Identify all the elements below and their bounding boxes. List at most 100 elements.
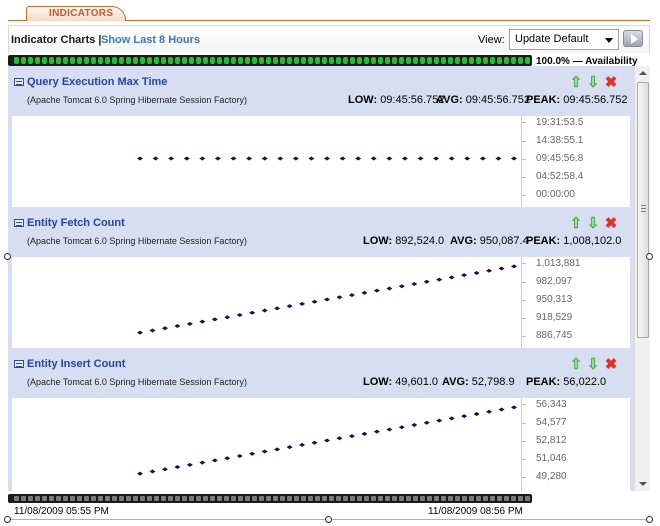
data-point[interactable]: [299, 442, 306, 447]
data-point[interactable]: [224, 456, 231, 461]
move-down-icon[interactable]: ⇩: [586, 216, 600, 232]
data-point[interactable]: [495, 156, 502, 161]
data-point[interactable]: [436, 418, 443, 423]
data-point[interactable]: [511, 405, 517, 410]
data-point[interactable]: [246, 156, 253, 161]
data-point[interactable]: [249, 451, 256, 456]
data-point[interactable]: [448, 416, 455, 421]
data-point[interactable]: [186, 321, 193, 326]
data-point[interactable]: [299, 301, 306, 306]
data-point[interactable]: [161, 467, 168, 472]
data-point[interactable]: [152, 156, 159, 161]
data-point[interactable]: [324, 438, 330, 443]
move-down-icon[interactable]: ⇩: [586, 357, 600, 373]
data-point[interactable]: [230, 156, 237, 161]
data-point[interactable]: [336, 436, 343, 441]
data-point[interactable]: [199, 156, 206, 161]
data-point[interactable]: [386, 286, 393, 291]
chart-icon[interactable]: [14, 360, 24, 368]
data-point[interactable]: [236, 453, 243, 458]
data-point[interactable]: [339, 156, 346, 161]
vertical-scrollbar[interactable]: [634, 66, 650, 491]
data-point[interactable]: [361, 290, 368, 295]
data-point[interactable]: [473, 270, 480, 275]
data-point[interactable]: [464, 156, 471, 161]
data-point[interactable]: [373, 288, 380, 293]
data-point[interactable]: [511, 156, 517, 161]
data-point[interactable]: [186, 462, 193, 467]
indicator-list[interactable]: Query Execution Max Time (Apache Tomcat …: [8, 66, 650, 491]
data-point[interactable]: [386, 156, 393, 161]
data-point[interactable]: [161, 326, 168, 331]
data-point[interactable]: [137, 156, 143, 161]
data-point[interactable]: [411, 282, 418, 287]
indicator-name[interactable]: Entity Insert Count: [27, 358, 125, 370]
scroll-up-icon[interactable]: [639, 71, 647, 75]
data-point[interactable]: [261, 449, 268, 454]
data-point[interactable]: [398, 425, 405, 430]
data-point[interactable]: [461, 414, 468, 419]
data-point[interactable]: [348, 434, 355, 439]
data-point[interactable]: [411, 423, 418, 428]
move-up-icon[interactable]: ⇧: [569, 216, 583, 232]
resize-handle[interactable]: [4, 516, 11, 523]
data-point[interactable]: [261, 156, 268, 161]
data-point[interactable]: [423, 420, 430, 425]
data-point[interactable]: [324, 156, 330, 161]
data-point[interactable]: [199, 460, 206, 465]
chart-icon[interactable]: [14, 78, 24, 86]
data-point[interactable]: [211, 458, 218, 463]
data-point[interactable]: [473, 411, 480, 416]
data-point[interactable]: [433, 156, 440, 161]
data-point[interactable]: [249, 310, 256, 315]
resize-handle[interactable]: [646, 516, 653, 523]
data-point[interactable]: [498, 407, 505, 412]
close-icon[interactable]: ✖: [604, 357, 618, 373]
data-point[interactable]: [274, 306, 281, 311]
data-point[interactable]: [448, 156, 455, 161]
data-point[interactable]: [386, 427, 393, 432]
data-point[interactable]: [448, 275, 455, 280]
data-point[interactable]: [401, 156, 408, 161]
data-point[interactable]: [336, 295, 343, 300]
move-up-icon[interactable]: ⇧: [569, 75, 583, 91]
data-point[interactable]: [174, 465, 181, 470]
go-button[interactable]: [623, 30, 643, 47]
data-point[interactable]: [137, 330, 143, 335]
show-last-8-hours-link[interactable]: Show Last 8 Hours: [101, 34, 200, 46]
data-point[interactable]: [311, 299, 318, 304]
move-down-icon[interactable]: ⇩: [586, 75, 600, 91]
scroll-down-icon[interactable]: [639, 482, 647, 486]
data-point[interactable]: [373, 429, 380, 434]
tab-indicators[interactable]: INDICATORS: [26, 6, 126, 21]
data-point[interactable]: [149, 328, 156, 333]
data-point[interactable]: [261, 308, 268, 313]
data-point[interactable]: [236, 312, 243, 317]
data-point[interactable]: [274, 447, 281, 452]
data-point[interactable]: [324, 297, 330, 302]
data-point[interactable]: [370, 156, 377, 161]
data-point[interactable]: [224, 315, 231, 320]
close-icon[interactable]: ✖: [604, 75, 618, 91]
data-point[interactable]: [137, 471, 143, 476]
data-point[interactable]: [436, 277, 443, 282]
indicator-name[interactable]: Entity Fetch Count: [27, 217, 125, 229]
data-point[interactable]: [211, 317, 218, 322]
data-point[interactable]: [277, 156, 284, 161]
data-point[interactable]: [486, 409, 493, 414]
data-point[interactable]: [292, 156, 299, 161]
scroll-thumb[interactable]: [637, 82, 649, 338]
close-icon[interactable]: ✖: [604, 216, 618, 232]
data-point[interactable]: [149, 469, 156, 474]
indicator-name[interactable]: Query Execution Max Time: [27, 76, 167, 88]
data-point[interactable]: [498, 266, 505, 271]
data-point[interactable]: [398, 284, 405, 289]
data-point[interactable]: [355, 156, 362, 161]
resize-handle[interactable]: [646, 253, 653, 260]
data-point[interactable]: [183, 156, 190, 161]
data-point[interactable]: [461, 273, 468, 278]
data-point[interactable]: [479, 156, 486, 161]
timeline-bar[interactable]: [8, 494, 532, 503]
data-point[interactable]: [423, 279, 430, 284]
data-point[interactable]: [168, 156, 175, 161]
